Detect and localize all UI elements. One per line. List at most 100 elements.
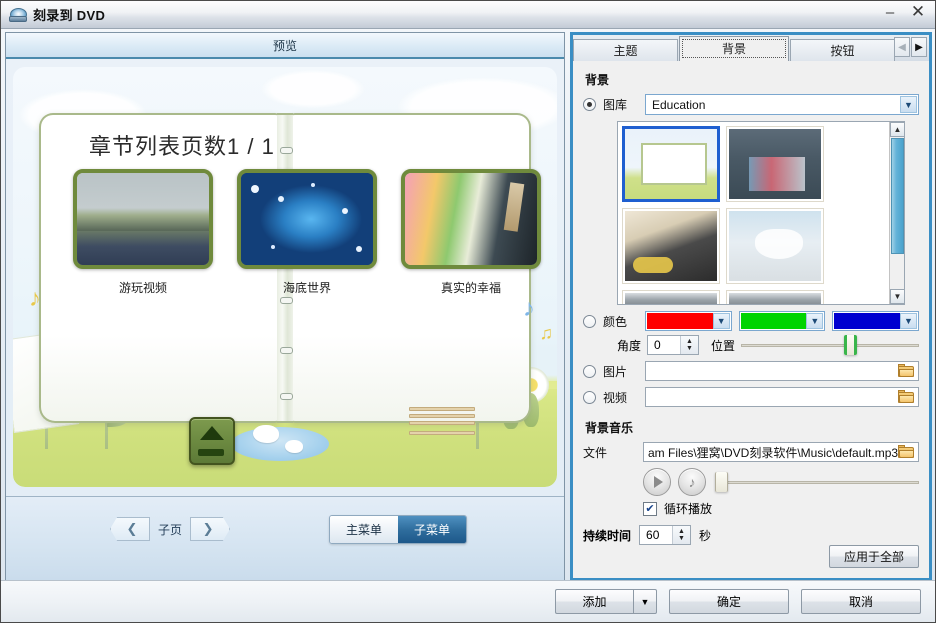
music-player-controls: ♪ (643, 468, 919, 496)
angle-spinner[interactable]: 0 ▲ ▼ (647, 335, 700, 355)
cancel-button[interactable]: 取消 (801, 589, 921, 614)
background-thumbnail[interactable] (726, 208, 824, 284)
play-icon[interactable] (643, 468, 671, 496)
music-file-label: 文件 (583, 445, 608, 460)
color-picker-1[interactable]: ▼ (645, 311, 732, 331)
subpage-pager: ❮ 子页 ❯ (110, 517, 231, 541)
minimize-button[interactable]: – (881, 3, 899, 21)
chapter-thumbnail[interactable] (401, 169, 541, 269)
preview-header: 预览 (6, 33, 564, 59)
loop-playback-checkbox[interactable]: ✔ (643, 501, 657, 516)
loop-playback-row: ✔ 循环播放 (643, 500, 919, 517)
add-button[interactable]: 添加 (555, 589, 633, 614)
color-picker-2[interactable]: ▼ (738, 311, 826, 331)
sub-menu-tab[interactable]: 子菜单 (398, 516, 467, 543)
duration-stepper[interactable]: ▲ ▼ (672, 526, 691, 544)
background-thumbnail[interactable] (726, 290, 824, 304)
background-thumbnail-grid[interactable]: ▲ ▼ (617, 121, 905, 305)
stepper-up-icon[interactable]: ▲ (686, 338, 693, 345)
scroll-down-icon[interactable]: ▼ (890, 289, 904, 304)
scrollbar-thumb[interactable] (891, 138, 904, 254)
image-radio[interactable] (583, 364, 596, 378)
stepper-up-icon[interactable]: ▲ (678, 528, 685, 535)
gallery-select-value: Education (652, 97, 706, 112)
volume-slider[interactable] (715, 472, 919, 492)
stepper-down-icon[interactable]: ▼ (686, 345, 693, 352)
ok-button[interactable]: 确定 (669, 589, 789, 614)
tab-scroll-left-icon[interactable]: ◀ (894, 37, 910, 57)
background-group-title: 背景 (585, 73, 610, 87)
chevron-down-icon[interactable]: ▼ (806, 313, 824, 329)
chapter-thumbnail[interactable] (237, 169, 377, 269)
settings-panel: 主题 背景 按钮 ◀ ▶ 背景 图库 Education ▼ ▲ ▼ 颜色 ▼ … (570, 32, 932, 580)
video-radio[interactable] (583, 390, 596, 404)
slider-track (741, 343, 919, 347)
color-radio[interactable] (583, 314, 596, 328)
chapter-thumbnail[interactable] (73, 169, 213, 269)
tab-background[interactable]: 背景 (679, 36, 789, 61)
color-swatch-blue (834, 313, 906, 329)
thumbnail-scrollbar[interactable]: ▲ ▼ (889, 122, 904, 304)
color-swatch-red (647, 313, 718, 329)
angle-stepper[interactable]: ▲ ▼ (680, 336, 699, 354)
position-slider[interactable] (741, 335, 919, 355)
music-file-field[interactable]: am Files\狸窝\DVD刻录软件\Music\default.mp3 (643, 442, 919, 462)
slider-track (715, 480, 919, 484)
duration-value: 60 (646, 528, 660, 542)
close-button[interactable]: ✕ (909, 2, 927, 21)
dialog-footer: 添加 ▼ 确定 取消 (1, 580, 935, 622)
color-swatch-green (740, 313, 812, 329)
gallery-row: 图库 Education ▼ (583, 94, 919, 115)
image-path-field[interactable] (645, 361, 919, 381)
color-row: 颜色 ▼ ▼ ▼ (583, 311, 920, 331)
eject-menu-button[interactable] (189, 417, 235, 465)
folder-icon[interactable] (898, 364, 915, 378)
add-dropdown-icon[interactable]: ▼ (633, 589, 657, 614)
music-note-icon: ♪ (523, 295, 535, 322)
slider-knob[interactable] (715, 472, 728, 492)
pond-graphic (231, 427, 329, 461)
tab-button[interactable]: 按钮 (790, 39, 895, 61)
scroll-up-icon[interactable]: ▲ (890, 122, 904, 137)
folder-icon[interactable] (898, 390, 915, 404)
gallery-radio[interactable] (583, 98, 596, 111)
loop-playback-label: 循环播放 (664, 502, 713, 516)
apply-all-wrapper: 应用于全部 (828, 545, 919, 568)
gallery-select[interactable]: Education ▼ (645, 94, 919, 115)
background-thumbnail-selected[interactable] (622, 126, 720, 202)
chevron-down-icon[interactable]: ▼ (900, 313, 918, 329)
chapter-item[interactable]: 游玩视频 (73, 169, 213, 296)
video-path-field[interactable] (645, 387, 919, 407)
next-subpage-button[interactable]: ❯ (190, 517, 231, 541)
color-label: 颜色 (603, 314, 628, 329)
window-title: 刻录到 DVD (33, 8, 106, 23)
chevron-down-icon[interactable]: ▼ (900, 96, 917, 113)
image-row: 图片 (583, 361, 919, 381)
background-thumbnail[interactable] (622, 208, 720, 284)
main-menu-tab[interactable]: 主菜单 (330, 516, 399, 543)
music-file-row: 文件 am Files\狸窝\DVD刻录软件\Music\default.mp3 (583, 442, 919, 462)
prev-subpage-button[interactable]: ❮ (110, 517, 150, 541)
preview-canvas[interactable]: 章节列表页数1 / 1 游玩视频 海底世界 真实的幸福 ♪ ♪ ♫ (6, 59, 564, 496)
duration-spinner[interactable]: 60 ▲ ▼ (639, 525, 692, 545)
folder-icon[interactable] (898, 445, 915, 459)
tab-scroll-right-icon[interactable]: ▶ (911, 37, 927, 57)
apply-to-all-button[interactable]: 应用于全部 (828, 545, 919, 568)
dvd-disc-icon (9, 7, 27, 23)
swan-icon (253, 425, 279, 443)
tab-scroll-controls: ◀ ▶ (894, 37, 927, 57)
add-split-button: 添加 ▼ (555, 589, 657, 614)
chapter-item[interactable]: 真实的幸福 (401, 169, 541, 296)
chevron-down-icon[interactable]: ▼ (712, 313, 730, 329)
stepper-down-icon[interactable]: ▼ (678, 535, 685, 542)
tab-theme[interactable]: 主题 (573, 39, 678, 61)
duration-unit: 秒 (699, 528, 712, 543)
music-note-icon[interactable]: ♪ (678, 468, 706, 496)
color-picker-3[interactable]: ▼ (832, 311, 920, 331)
music-file-value: am Files\狸窝\DVD刻录软件\Music\default.mp3 (648, 445, 899, 460)
background-thumbnail[interactable] (726, 126, 824, 202)
chapter-item[interactable]: 海底世界 (237, 169, 377, 296)
slider-knob[interactable] (844, 335, 858, 355)
duration-label: 持续时间 (583, 528, 632, 543)
background-thumbnail[interactable] (622, 290, 720, 304)
